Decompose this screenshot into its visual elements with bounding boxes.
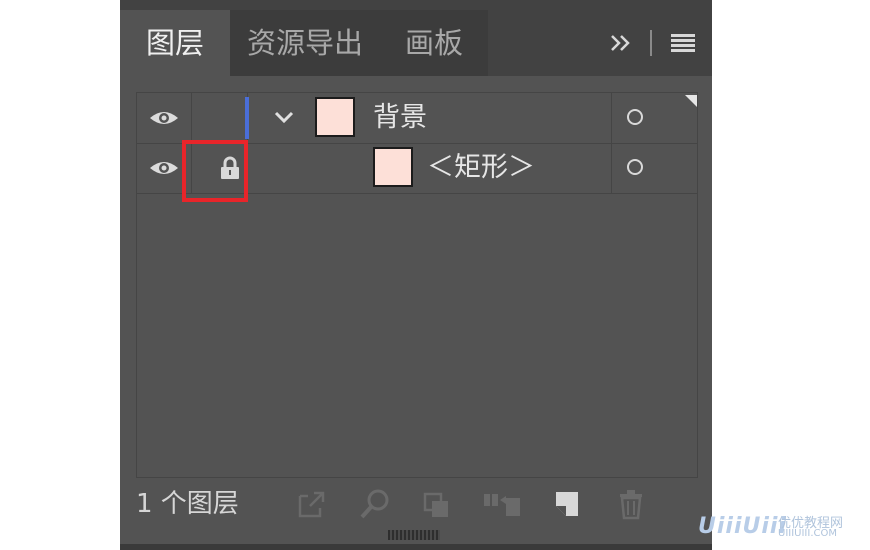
- lock-column[interactable]: [191, 93, 248, 143]
- layer-count: 1 个图层: [136, 489, 239, 519]
- watermark: UiiiUiii 优优教程网 UIIIUIII.COM: [698, 510, 868, 544]
- resize-grip[interactable]: [388, 530, 440, 540]
- tab-layers[interactable]: 图层: [120, 10, 230, 76]
- delete-icon[interactable]: [616, 488, 646, 524]
- export-icon[interactable]: [296, 488, 326, 524]
- sublayer-name[interactable]: ＜矩形＞: [427, 143, 535, 193]
- tab-separator: [650, 30, 652, 56]
- hamburger-menu-icon[interactable]: [670, 10, 696, 76]
- collect-icon[interactable]: [422, 488, 452, 524]
- eye-icon[interactable]: [149, 109, 179, 131]
- target-circle-icon[interactable]: [627, 159, 643, 175]
- layer-thumbnail: [315, 97, 355, 137]
- new-layer-icon[interactable]: [552, 488, 582, 524]
- panel-top-strip: [120, 0, 712, 10]
- target-circle-icon[interactable]: [627, 109, 643, 125]
- watermark-logo: UiiiUiii: [698, 514, 787, 539]
- lock-highlight-box: [182, 140, 248, 202]
- sublayer-thumbnail: [373, 147, 413, 187]
- layer-name[interactable]: 背景: [373, 93, 427, 143]
- selection-corner-indicator: [685, 95, 697, 107]
- search-icon[interactable]: [358, 488, 392, 524]
- tab-artboards[interactable]: 画板: [380, 10, 488, 76]
- chevron-down-icon[interactable]: [273, 107, 295, 127]
- move-selection-icon[interactable]: [482, 488, 522, 524]
- layer-row-background[interactable]: 背景: [137, 93, 697, 144]
- tab-asset-export[interactable]: 资源导出: [230, 10, 380, 76]
- panel-bottom-edge: [120, 544, 712, 550]
- double-chevron-right-icon[interactable]: [608, 10, 634, 76]
- target-column: [611, 143, 698, 193]
- watermark-domain: UIIIUIII.COM: [778, 528, 837, 539]
- layers-panel: 图层 资源导出 画板 背景 ＜矩形＞ 1 个图层: [120, 0, 712, 550]
- eye-icon[interactable]: [149, 159, 179, 181]
- layer-color-bar: [245, 97, 249, 139]
